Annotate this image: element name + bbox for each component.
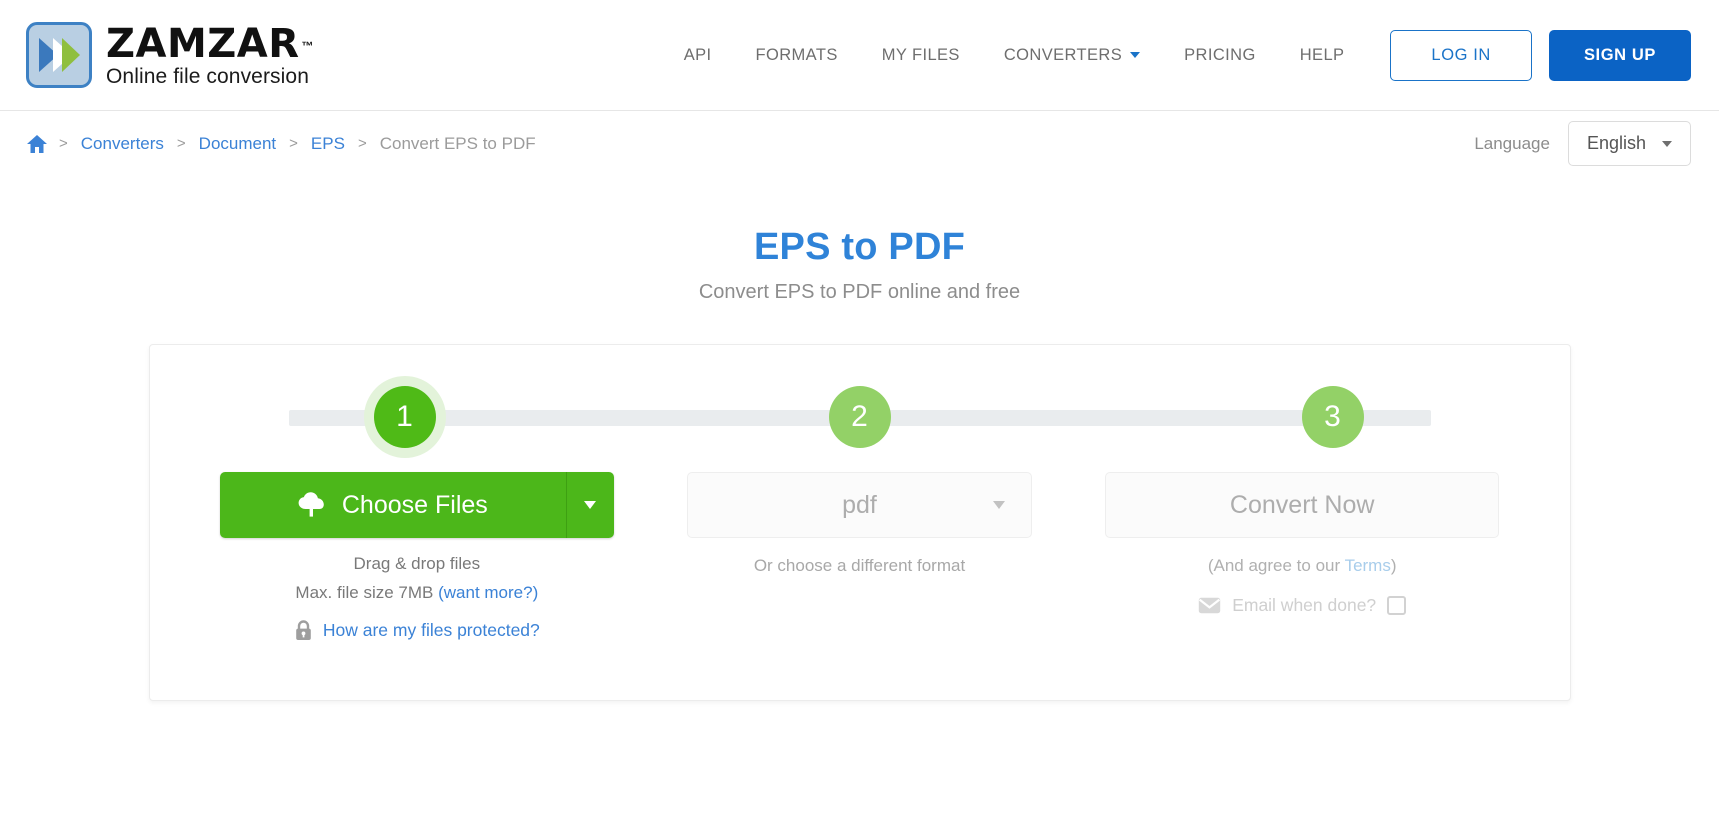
step-indicator: 1 2 3	[196, 372, 1524, 462]
lock-icon	[294, 620, 313, 641]
email-when-done-row: Email when done?	[1198, 595, 1406, 616]
chevron-down-icon	[993, 501, 1005, 509]
chevrons-icon	[36, 35, 82, 75]
convert-now-button[interactable]: Convert Now	[1105, 472, 1499, 538]
breadcrumb-separator: >	[168, 135, 195, 152]
envelope-icon	[1198, 597, 1221, 614]
step-3-column: Convert Now (And agree to our Terms) Ema…	[1081, 472, 1524, 641]
breadcrumb-separator: >	[349, 135, 376, 152]
files-protected-link[interactable]: How are my files protected?	[294, 620, 540, 641]
max-file-size-hint: Max. file size 7MB (want more?)	[295, 583, 538, 603]
page-title: EPS to PDF	[0, 226, 1719, 269]
terms-prefix: (And agree to our	[1208, 556, 1345, 575]
terms-suffix: )	[1391, 556, 1397, 575]
converter-controls: Choose Files Drag & drop files Max. file…	[196, 472, 1524, 641]
breadcrumb-item-current: Convert EPS to PDF	[376, 134, 540, 154]
nav-item-pricing[interactable]: PRICING	[1162, 36, 1278, 75]
step-1: 1	[360, 372, 450, 462]
cloud-upload-icon	[298, 492, 328, 518]
chevron-down-icon	[1130, 52, 1140, 58]
output-format-value: pdf	[842, 491, 877, 520]
choose-files-label: Choose Files	[342, 491, 488, 520]
breadcrumb-bar: > Converters > Document > EPS > Convert …	[0, 110, 1719, 176]
step-2-badge: 2	[829, 386, 891, 448]
max-file-size-text: Max. file size 7MB	[295, 583, 433, 602]
email-when-done-checkbox[interactable]	[1387, 596, 1406, 615]
converter-card: 1 2 3 Choose Files	[149, 344, 1571, 701]
zamzar-logo-icon	[26, 22, 92, 88]
nav-item-help[interactable]: HELP	[1278, 36, 1367, 75]
nav-label: API	[684, 46, 712, 65]
step-1-badge: 1	[374, 386, 436, 448]
language-value: English	[1587, 133, 1646, 154]
breadcrumb-item-eps[interactable]: EPS	[307, 134, 349, 154]
want-more-link[interactable]: (want more?)	[438, 583, 538, 602]
breadcrumb-separator: >	[280, 135, 307, 152]
email-when-done-label: Email when done?	[1232, 595, 1376, 616]
breadcrumb: > Converters > Document > EPS > Convert …	[26, 134, 540, 154]
step-3-badge: 3	[1302, 386, 1364, 448]
nav-label: CONVERTERS	[1004, 46, 1122, 65]
nav-item-converters[interactable]: CONVERTERS	[982, 36, 1162, 75]
logo[interactable]: ZAMZAR™ Online file conversion	[26, 22, 314, 88]
log-in-button[interactable]: LOG IN	[1390, 30, 1532, 81]
step-2: 2	[815, 372, 905, 462]
step-3: 3	[1288, 372, 1378, 462]
nav-label: PRICING	[1184, 46, 1256, 65]
output-format-dropdown[interactable]: pdf	[687, 472, 1032, 538]
choose-files-dropdown-toggle[interactable]	[566, 472, 614, 538]
breadcrumb-separator: >	[50, 135, 77, 152]
nav-label: MY FILES	[882, 46, 960, 65]
files-protected-label: How are my files protected?	[323, 620, 540, 641]
language-label: Language	[1474, 134, 1550, 154]
logo-wordmark: ZAMZAR	[106, 24, 300, 64]
nav-item-my-files[interactable]: MY FILES	[860, 36, 982, 75]
nav-item-formats[interactable]: FORMATS	[734, 36, 860, 75]
choose-files-button[interactable]: Choose Files	[220, 472, 566, 538]
chevron-down-icon	[584, 501, 596, 509]
terms-agreement: (And agree to our Terms)	[1208, 556, 1397, 576]
language-dropdown[interactable]: English	[1568, 121, 1691, 166]
logo-trademark: ™	[302, 39, 314, 53]
breadcrumb-item-document[interactable]: Document	[195, 134, 280, 154]
language-selector: Language English	[1474, 121, 1691, 166]
page-subtitle: Convert EPS to PDF online and free	[0, 281, 1719, 304]
step-1-column: Choose Files Drag & drop files Max. file…	[196, 472, 639, 641]
format-hint: Or choose a different format	[754, 556, 965, 576]
main-navigation: API FORMATS MY FILES CONVERTERS PRICING …	[662, 30, 1691, 81]
choose-files-group: Choose Files	[220, 472, 614, 538]
breadcrumb-item-converters[interactable]: Converters	[77, 134, 168, 154]
terms-link[interactable]: Terms	[1345, 556, 1391, 575]
nav-label: FORMATS	[756, 46, 838, 65]
logo-tagline: Online file conversion	[106, 66, 314, 87]
step-2-column: pdf Or choose a different format	[638, 472, 1081, 641]
nav-label: HELP	[1300, 46, 1345, 65]
home-icon[interactable]	[26, 134, 50, 154]
nav-item-api[interactable]: API	[662, 36, 734, 75]
site-header: ZAMZAR™ Online file conversion API FORMA…	[0, 0, 1719, 110]
drag-drop-hint: Drag & drop files	[354, 554, 481, 574]
sign-up-button[interactable]: SIGN UP	[1549, 30, 1691, 81]
chevron-down-icon	[1662, 141, 1672, 147]
